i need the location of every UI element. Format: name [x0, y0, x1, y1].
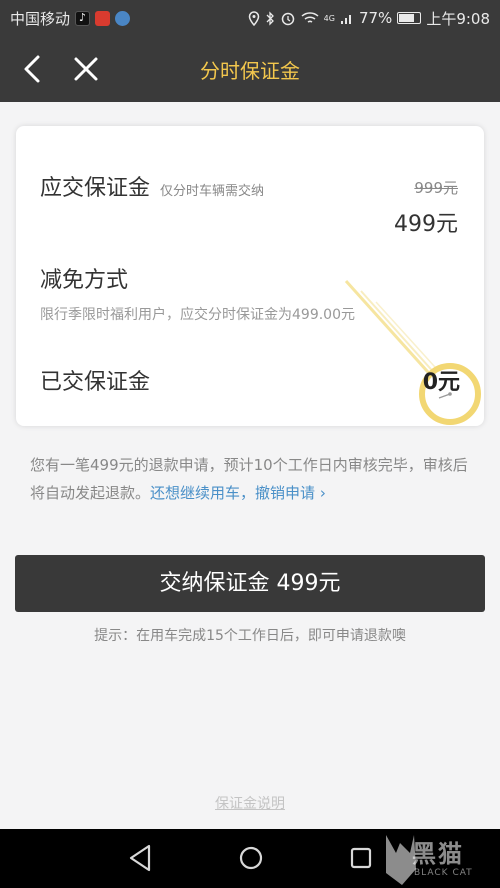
- deposit-hint: 仅分时车辆需交纳: [160, 184, 265, 199]
- signal-icon: [340, 15, 351, 24]
- clock: 上午9:08: [426, 9, 490, 28]
- original-price: 999元: [414, 179, 458, 197]
- chevron-right-icon: ›: [319, 484, 326, 502]
- cancel-refund-link[interactable]: 还想继续用车，撤销申请 ›: [150, 484, 326, 502]
- refund-tip: 提示：在用车完成15个工作日后，即可申请退款噢: [94, 628, 406, 644]
- battery-icon: [397, 12, 422, 24]
- signal-type-label: 4G: [323, 13, 335, 23]
- status-bar: 中国移动 4G 77% 上午9:08: [0, 0, 500, 36]
- page-title: 分时保证金: [200, 59, 300, 83]
- paid-value: 0元: [422, 370, 460, 395]
- deposit-info-link[interactable]: 保证金说明: [0, 793, 500, 813]
- deposit-price: 499元: [394, 212, 458, 237]
- deposit-card: 应交保证金 仅分时车辆需交纳 999元 499元 减免方式 限行季限时福利用户，应…: [16, 126, 484, 426]
- recents-square-icon[interactable]: [348, 843, 374, 873]
- location-icon: [248, 10, 259, 26]
- deposit-row: 应交保证金 仅分时车辆需交纳: [40, 170, 264, 202]
- home-circle-icon[interactable]: [237, 843, 265, 873]
- carrier-label: 中国移动: [10, 9, 71, 28]
- paid-label: 已交保证金: [40, 370, 151, 395]
- wifi-icon: [301, 12, 319, 23]
- cancel-refund-label: 还想继续用车，撤销申请: [150, 484, 316, 502]
- tiktok-icon: [75, 10, 91, 26]
- alarm-icon: [281, 12, 294, 26]
- waiver-description: 限行季限时福利用户，应交分时保证金为499.00元: [40, 307, 355, 323]
- nav-back-triangle-icon[interactable]: [127, 843, 153, 873]
- watermark-text: 黑猫: [412, 840, 464, 868]
- refund-notice: 您有一笔499元的退款申请，预计10个工作日内审核完毕，审核后将自动发起退款。还…: [30, 451, 472, 507]
- watermark-subtext: BLACK CAT: [414, 868, 473, 878]
- nav-bar: 分时保证金: [0, 36, 500, 102]
- deposit-label: 应交保证金: [40, 176, 151, 201]
- shield-app-icon: [115, 10, 131, 26]
- waiver-label: 减免方式: [40, 268, 129, 293]
- bluetooth-icon: [266, 10, 274, 26]
- battery-percent: 77%: [358, 9, 393, 27]
- pay-deposit-button[interactable]: 交纳保证金 499元: [15, 555, 485, 612]
- news-app-icon: [95, 10, 111, 26]
